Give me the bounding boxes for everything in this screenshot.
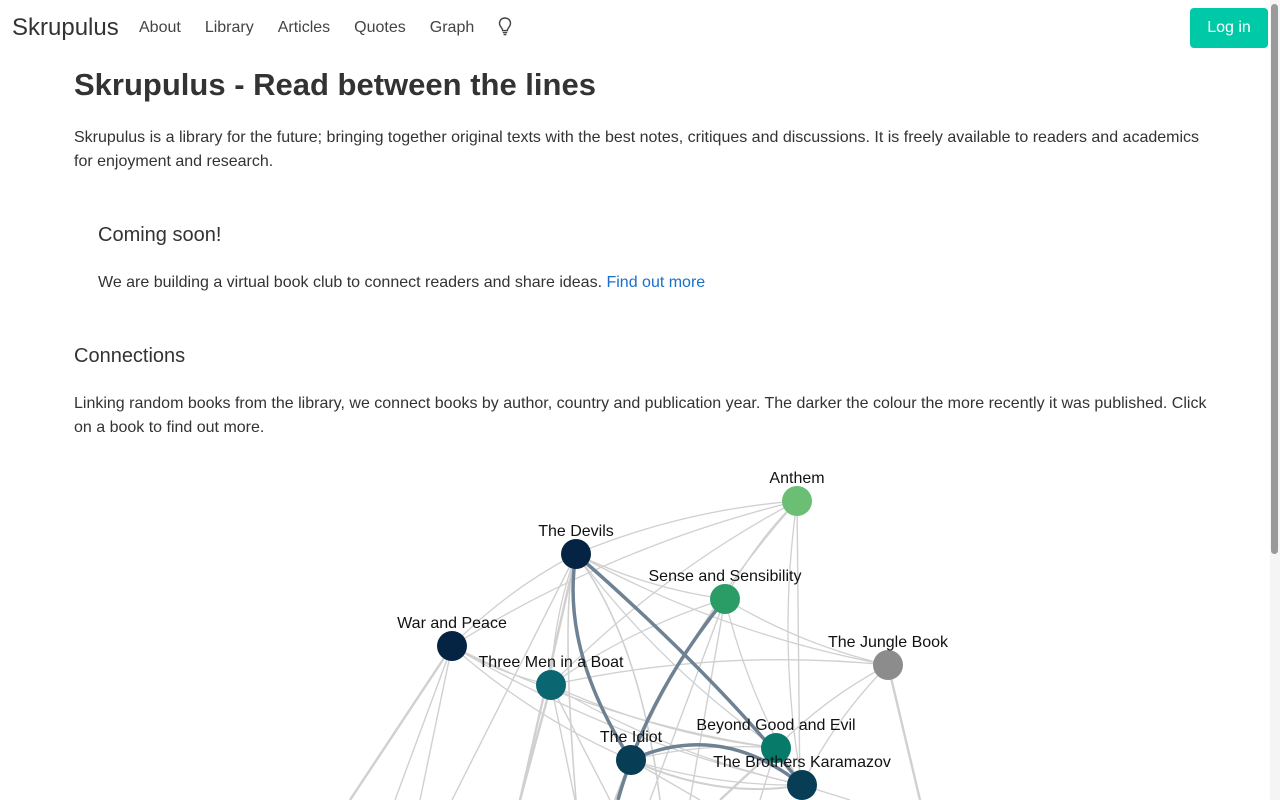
graph-node-label[interactable]: War and Peace (397, 615, 507, 632)
graph-node[interactable]: Anthem (769, 470, 825, 516)
graph-node-circle[interactable] (561, 539, 591, 569)
graph-node-label[interactable]: Three Men in a Boat (479, 654, 625, 671)
graph-node-label[interactable]: Beyond Good and Evil (696, 717, 855, 734)
connections-graph: Anthem The Devils Sense and Sensibility War… (348, 470, 949, 800)
graph-edge (724, 598, 889, 666)
graph-edge (394, 645, 453, 800)
graph-node-label[interactable]: The Jungle Book (828, 634, 949, 651)
graph-node[interactable]: The Brothers Karamazov (713, 754, 891, 800)
graph-node-label[interactable]: The Devils (538, 523, 614, 540)
graph-nodes: Anthem The Devils Sense and Sensibility War… (397, 470, 949, 800)
graph-node-label[interactable]: The Idiot (600, 729, 663, 746)
graph-node-circle[interactable] (536, 670, 566, 700)
graph-node-circle[interactable] (787, 770, 817, 800)
graph-node[interactable]: The Devils (538, 523, 614, 569)
graph-node-circle[interactable] (437, 631, 467, 661)
graph-node[interactable]: Three Men in a Boat (479, 654, 625, 700)
graph-node-label[interactable]: Sense and Sensibility (649, 568, 802, 585)
graph-node-label[interactable]: Anthem (769, 470, 824, 487)
graph-node-circle[interactable] (710, 584, 740, 614)
graph-edge (775, 664, 889, 749)
graph-node[interactable]: Sense and Sensibility (649, 568, 802, 614)
scrollbar-thumb[interactable] (1271, 4, 1278, 554)
graph-node-label[interactable]: The Brothers Karamazov (713, 754, 891, 771)
graph-edge (886, 664, 922, 800)
graph-node-circle[interactable] (782, 486, 812, 516)
graph-node-circle[interactable] (873, 650, 903, 680)
graph-node-circle[interactable] (616, 745, 646, 775)
